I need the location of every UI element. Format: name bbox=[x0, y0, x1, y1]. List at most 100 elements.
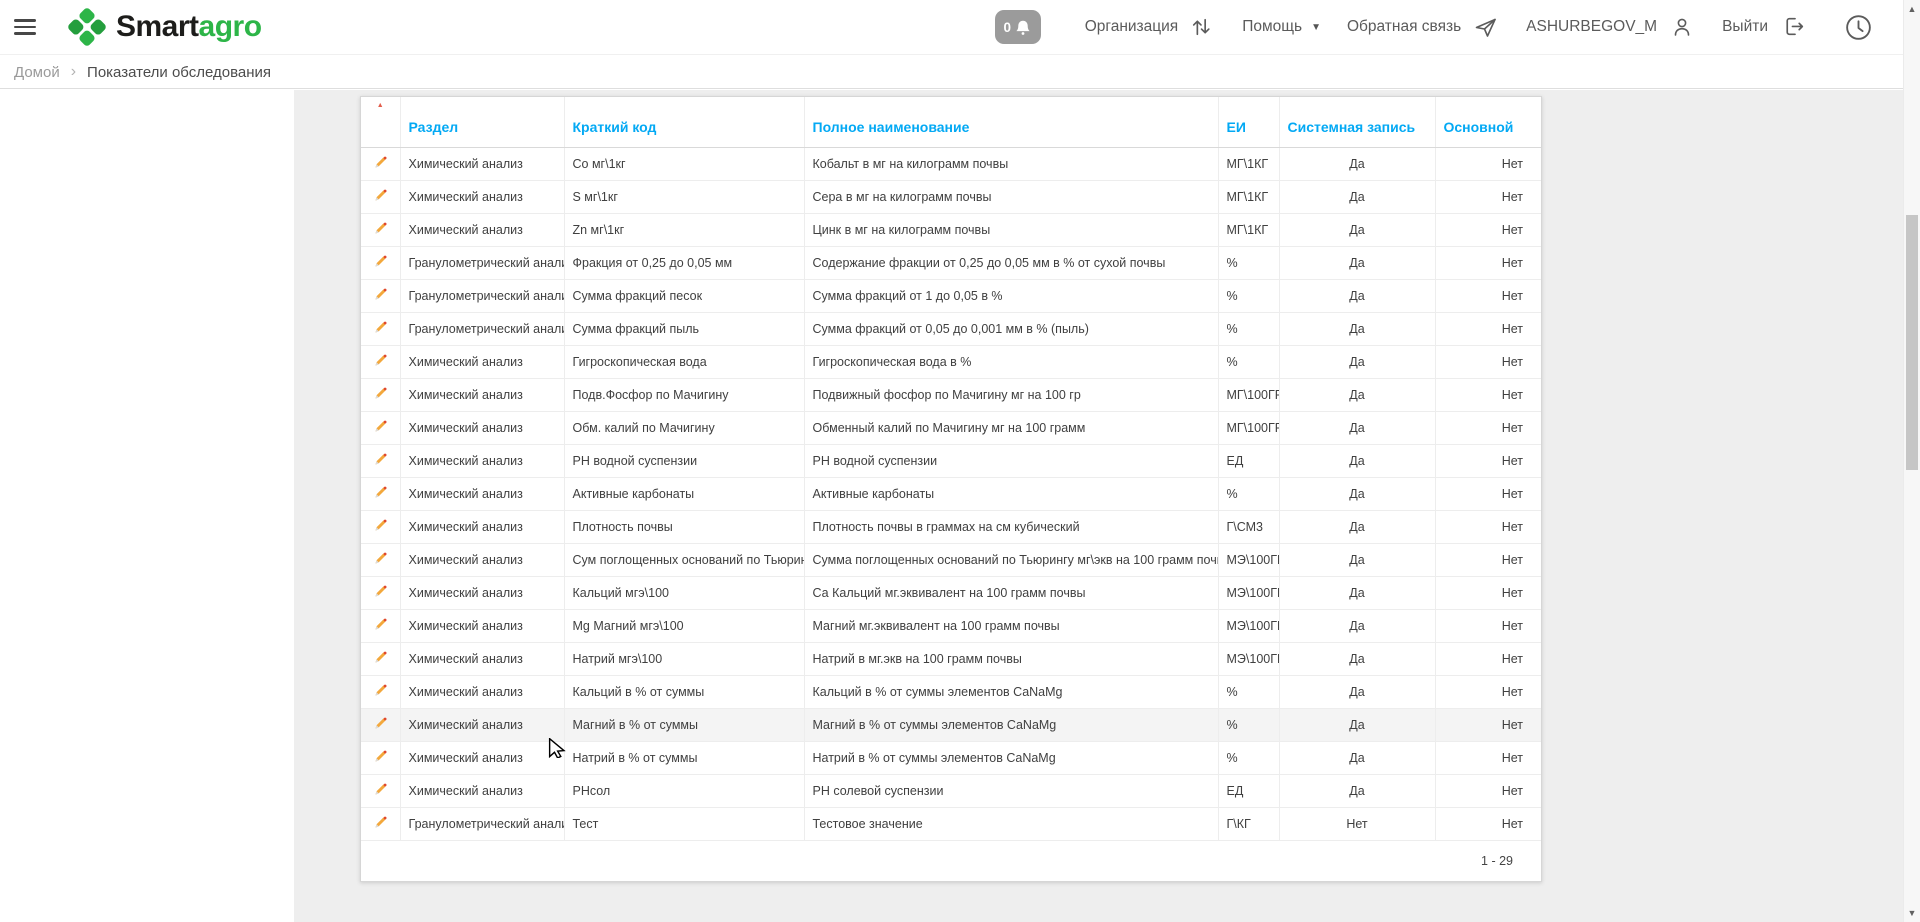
table-row[interactable]: Гранулометрический анализФракция от 0,25… bbox=[361, 246, 1541, 279]
table-row[interactable]: Химический анализКальций мгэ\100Са Кальц… bbox=[361, 576, 1541, 609]
edit-row-button[interactable] bbox=[361, 741, 400, 774]
column-header-system[interactable]: Системная запись bbox=[1279, 97, 1435, 147]
cell-name: Магний в % от суммы элементов CaNaMg bbox=[804, 708, 1218, 741]
edit-row-button[interactable] bbox=[361, 576, 400, 609]
edit-pencil-icon[interactable] bbox=[373, 353, 388, 368]
edit-row-button[interactable] bbox=[361, 609, 400, 642]
scroll-down-arrow-icon[interactable]: ▼ bbox=[1904, 905, 1920, 921]
table-row[interactable]: Химический анализMg Магний мгэ\100Магний… bbox=[361, 609, 1541, 642]
edit-pencil-icon[interactable] bbox=[373, 584, 388, 599]
edit-row-button[interactable] bbox=[361, 246, 400, 279]
edit-column-header[interactable]: ▲ bbox=[361, 97, 400, 147]
edit-pencil-icon[interactable] bbox=[373, 749, 388, 764]
table-row[interactable]: Гранулометрический анализТестТестовое зн… bbox=[361, 807, 1541, 840]
edit-pencil-icon[interactable] bbox=[373, 287, 388, 302]
user-menu[interactable]: ASHURBEGOV_M bbox=[1526, 15, 1694, 39]
indicators-table: ▲ Раздел Краткий код Полное наименование… bbox=[361, 97, 1541, 841]
edit-pencil-icon[interactable] bbox=[373, 518, 388, 533]
edit-row-button[interactable] bbox=[361, 708, 400, 741]
edit-row-button[interactable] bbox=[361, 675, 400, 708]
column-header-fullname[interactable]: Полное наименование bbox=[804, 97, 1218, 147]
cell-main: Нет bbox=[1435, 807, 1541, 840]
history-clock-button[interactable] bbox=[1843, 12, 1874, 43]
table-row[interactable]: Химический анализОбм. калий по МачигинуО… bbox=[361, 411, 1541, 444]
table-row[interactable]: Химический анализПлотность почвыПлотност… bbox=[361, 510, 1541, 543]
edit-pencil-icon[interactable] bbox=[373, 650, 388, 665]
table-row[interactable]: Химический анализГигроскопическая водаГи… bbox=[361, 345, 1541, 378]
edit-row-button[interactable] bbox=[361, 444, 400, 477]
vertical-scrollbar[interactable]: ▲ ▼ bbox=[1903, 0, 1920, 922]
table-row[interactable]: Гранулометрический анализСумма фракций п… bbox=[361, 279, 1541, 312]
cell-name: Кобальт в мг на килограмм почвы bbox=[804, 147, 1218, 180]
edit-row-button[interactable] bbox=[361, 642, 400, 675]
edit-pencil-icon[interactable] bbox=[373, 815, 388, 830]
cell-section: Гранулометрический анализ bbox=[400, 279, 564, 312]
cell-main: Нет bbox=[1435, 642, 1541, 675]
cell-code: РН водной суспензии bbox=[564, 444, 804, 477]
cell-name: Са Кальций мг.эквивалент на 100 грамм по… bbox=[804, 576, 1218, 609]
edit-row-button[interactable] bbox=[361, 180, 400, 213]
logout-button[interactable]: Выйти bbox=[1722, 14, 1807, 40]
cell-system: Да bbox=[1279, 675, 1435, 708]
feedback-button[interactable]: Обратная связь bbox=[1347, 15, 1498, 40]
edit-row-button[interactable] bbox=[361, 312, 400, 345]
table-header-row: ▲ Раздел Краткий код Полное наименование… bbox=[361, 97, 1541, 147]
organization-menu[interactable]: Организация bbox=[1085, 14, 1214, 40]
edit-pencil-icon[interactable] bbox=[373, 551, 388, 566]
edit-row-button[interactable] bbox=[361, 378, 400, 411]
edit-row-button[interactable] bbox=[361, 477, 400, 510]
table-row[interactable]: Химический анализНатрий мгэ\100Натрий в … bbox=[361, 642, 1541, 675]
table-row[interactable]: Химический анализНатрий в % от суммыНатр… bbox=[361, 741, 1541, 774]
table-row[interactable]: Химический анализСо мг\1кгКобальт в мг н… bbox=[361, 147, 1541, 180]
help-menu[interactable]: Помощь ▼ bbox=[1242, 18, 1321, 36]
edit-row-button[interactable] bbox=[361, 774, 400, 807]
edit-pencil-icon[interactable] bbox=[373, 386, 388, 401]
column-header-section[interactable]: Раздел bbox=[400, 97, 564, 147]
table-row[interactable]: Химический анализМагний в % от суммыМагн… bbox=[361, 708, 1541, 741]
cell-unit: МЭ\100ГР bbox=[1218, 543, 1279, 576]
edit-row-button[interactable] bbox=[361, 510, 400, 543]
edit-pencil-icon[interactable] bbox=[373, 716, 388, 731]
scroll-up-arrow-icon[interactable]: ▲ bbox=[1904, 1, 1920, 17]
edit-row-button[interactable] bbox=[361, 345, 400, 378]
edit-row-button[interactable] bbox=[361, 147, 400, 180]
table-row[interactable]: Химический анализS мг\1кгСера в мг на ки… bbox=[361, 180, 1541, 213]
cell-main: Нет bbox=[1435, 147, 1541, 180]
table-row[interactable]: Химический анализКальций в % от суммыКал… bbox=[361, 675, 1541, 708]
edit-pencil-icon[interactable] bbox=[373, 221, 388, 236]
edit-pencil-icon[interactable] bbox=[373, 320, 388, 335]
table-row[interactable]: Химический анализРН водной суспензииРН в… bbox=[361, 444, 1541, 477]
column-header-main[interactable]: Основной bbox=[1435, 97, 1541, 147]
edit-row-button[interactable] bbox=[361, 807, 400, 840]
cell-system: Да bbox=[1279, 609, 1435, 642]
edit-pencil-icon[interactable] bbox=[373, 617, 388, 632]
app-logo[interactable]: Smartagro bbox=[64, 4, 262, 50]
table-row[interactable]: Химический анализZn мг\1кгЦинк в мг на к… bbox=[361, 213, 1541, 246]
table-row[interactable]: Химический анализСум поглощенных основан… bbox=[361, 543, 1541, 576]
edit-pencil-icon[interactable] bbox=[373, 254, 388, 269]
edit-row-button[interactable] bbox=[361, 411, 400, 444]
edit-pencil-icon[interactable] bbox=[373, 452, 388, 467]
edit-pencil-icon[interactable] bbox=[373, 485, 388, 500]
edit-pencil-icon[interactable] bbox=[373, 683, 388, 698]
column-header-code[interactable]: Краткий код bbox=[564, 97, 804, 147]
cell-code: Магний в % от суммы bbox=[564, 708, 804, 741]
cell-main: Нет bbox=[1435, 180, 1541, 213]
breadcrumb-home-link[interactable]: Домой bbox=[14, 64, 60, 81]
edit-pencil-icon[interactable] bbox=[373, 782, 388, 797]
notifications-button[interactable]: 0 bbox=[995, 10, 1041, 44]
edit-row-button[interactable] bbox=[361, 543, 400, 576]
edit-row-button[interactable] bbox=[361, 213, 400, 246]
table-row[interactable]: Химический анализАктивные карбонатыАктив… bbox=[361, 477, 1541, 510]
scrollbar-thumb[interactable] bbox=[1906, 215, 1918, 470]
table-row[interactable]: Химический анализПодв.Фосфор по Мачигину… bbox=[361, 378, 1541, 411]
edit-pencil-icon[interactable] bbox=[373, 155, 388, 170]
cell-name: РН солевой суспензии bbox=[804, 774, 1218, 807]
table-row[interactable]: Гранулометрический анализСумма фракций п… bbox=[361, 312, 1541, 345]
hamburger-menu-icon[interactable] bbox=[14, 19, 38, 35]
column-header-unit[interactable]: ЕИ bbox=[1218, 97, 1279, 147]
table-row[interactable]: Химический анализРНсолРН солевой суспенз… bbox=[361, 774, 1541, 807]
edit-pencil-icon[interactable] bbox=[373, 188, 388, 203]
edit-row-button[interactable] bbox=[361, 279, 400, 312]
edit-pencil-icon[interactable] bbox=[373, 419, 388, 434]
